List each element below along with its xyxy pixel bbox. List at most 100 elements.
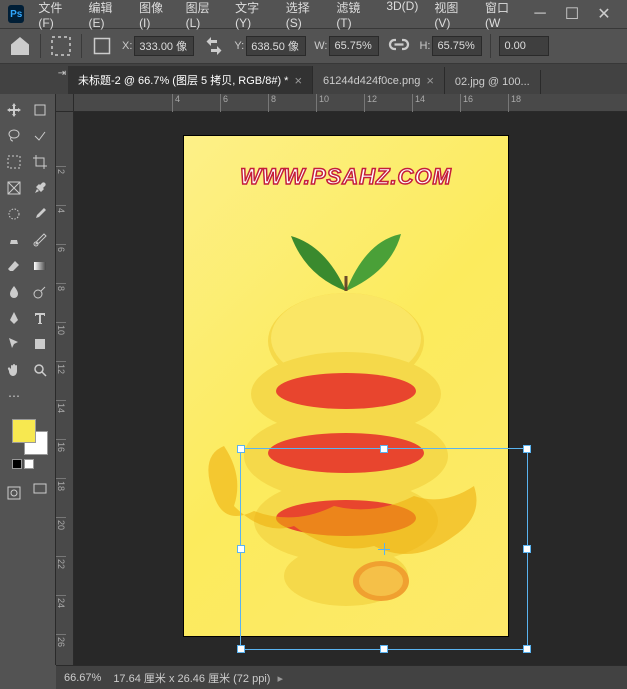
- ruler-tick: 6: [56, 244, 66, 283]
- tab-close-icon[interactable]: ×: [294, 73, 302, 88]
- shape-tool[interactable]: [28, 332, 52, 356]
- link-wh-icon[interactable]: [387, 34, 411, 58]
- tab-label: 61244d424f0ce.png: [323, 75, 420, 87]
- pen-tool[interactable]: [2, 306, 26, 330]
- history-brush-tool[interactable]: [28, 228, 52, 252]
- x-input[interactable]: [134, 36, 194, 56]
- type-tool[interactable]: [28, 306, 52, 330]
- h-input[interactable]: [432, 36, 482, 56]
- ruler-tick: 10: [56, 322, 66, 361]
- foreground-color-swatch[interactable]: [12, 419, 36, 443]
- ruler-tick: 6: [220, 94, 268, 112]
- menu-type[interactable]: 文字(Y): [229, 0, 276, 34]
- ruler-horizontal[interactable]: 4 6 8 10 12 14 16 18: [74, 94, 627, 112]
- transform-handle-bc[interactable]: [380, 645, 388, 653]
- ruler-vertical[interactable]: 2 4 6 8 10 12 14 16 18 20 22 24 26: [56, 112, 74, 665]
- menu-bar: 文件(F) 编辑(E) 图像(I) 图层(L) 文字(Y) 选择(S) 滤镜(T…: [32, 0, 525, 34]
- ruler-tick: 8: [268, 94, 316, 112]
- gradient-tool[interactable]: [28, 254, 52, 278]
- tab-document-3[interactable]: 02.jpg @ 100...: [445, 70, 541, 94]
- toolbox: ⋯: [0, 94, 56, 665]
- clone-stamp-tool[interactable]: [2, 228, 26, 252]
- document-canvas[interactable]: WWW.PSAHZ.COM: [184, 136, 508, 636]
- ruler-tick: 12: [364, 94, 412, 112]
- spot-heal-tool[interactable]: [2, 202, 26, 226]
- reference-point-icon[interactable]: [90, 34, 114, 58]
- transform-handle-br[interactable]: [523, 645, 531, 653]
- ruler-tick: 4: [172, 94, 220, 112]
- main-area: ⋯ 4 6 8 10 12 14 16 18: [0, 94, 627, 665]
- default-colors-icon[interactable]: [12, 459, 22, 469]
- ruler-tick: 14: [412, 94, 460, 112]
- w-input[interactable]: [329, 36, 379, 56]
- menu-3d[interactable]: 3D(D): [380, 0, 424, 34]
- angle-input[interactable]: [499, 36, 549, 56]
- maximize-button[interactable]: ☐: [557, 3, 587, 25]
- watermark-text: WWW.PSAHZ.COM: [240, 164, 452, 190]
- eyedropper-tool[interactable]: [28, 176, 52, 200]
- quick-mask-icon[interactable]: [2, 481, 26, 505]
- tab-document-2[interactable]: 61244d424f0ce.png ×: [313, 67, 445, 94]
- y-input[interactable]: [246, 36, 306, 56]
- transform-handle-tr[interactable]: [523, 445, 531, 453]
- menu-image[interactable]: 图像(I): [133, 0, 176, 34]
- document-dimensions[interactable]: 17.64 厘米 x 26.46 厘米 (72 ppi) ▸: [113, 670, 283, 686]
- canvas-area[interactable]: 4 6 8 10 12 14 16 18 2 4 6 8 10 12 14 16…: [56, 94, 627, 665]
- ruler-tick: 18: [56, 478, 66, 517]
- transform-handle-mr[interactable]: [523, 545, 531, 553]
- ruler-tick: 2: [56, 166, 66, 205]
- tab-document-1[interactable]: 未标题-2 @ 66.7% (图层 5 拷贝, RGB/8#) * ×: [68, 66, 313, 94]
- x-field: X:: [122, 36, 194, 56]
- ruler-tick: 24: [56, 595, 66, 634]
- artboard-tool[interactable]: [28, 98, 52, 122]
- ruler-tick: 18: [508, 94, 556, 112]
- menu-window[interactable]: 窗口(W: [479, 0, 525, 34]
- juice-splash-art: [194, 396, 494, 596]
- menu-view[interactable]: 视图(V): [428, 0, 475, 34]
- tab-close-icon[interactable]: ×: [426, 73, 434, 88]
- screen-mode-icon[interactable]: [28, 477, 52, 501]
- status-bar: 66.67% 17.64 厘米 x 26.46 厘米 (72 ppi) ▸: [56, 665, 627, 689]
- zoom-level[interactable]: 66.67%: [64, 672, 101, 684]
- window-controls: ─ ☐ ✕: [525, 3, 619, 25]
- angle-field: [499, 36, 549, 56]
- brush-tool[interactable]: [28, 202, 52, 226]
- transform-handle-bl[interactable]: [237, 645, 245, 653]
- menu-file[interactable]: 文件(F): [32, 0, 78, 34]
- zoom-tool[interactable]: [28, 358, 52, 382]
- quick-select-tool[interactable]: [28, 124, 52, 148]
- crop-tool[interactable]: [28, 150, 52, 174]
- w-field: W:: [314, 36, 379, 56]
- marquee-tool[interactable]: [2, 150, 26, 174]
- home-icon[interactable]: [8, 34, 32, 58]
- menu-filter[interactable]: 滤镜(T): [330, 0, 376, 34]
- blur-tool[interactable]: [2, 280, 26, 304]
- tab-label: 未标题-2 @ 66.7% (图层 5 拷贝, RGB/8#) *: [78, 72, 288, 88]
- menu-layer[interactable]: 图层(L): [180, 0, 225, 34]
- menu-select[interactable]: 选择(S): [280, 0, 327, 34]
- ruler-tick: 22: [56, 556, 66, 595]
- ruler-tick: 8: [56, 283, 66, 322]
- close-button[interactable]: ✕: [589, 3, 619, 25]
- dodge-tool[interactable]: [28, 280, 52, 304]
- hand-tool[interactable]: [2, 358, 26, 382]
- ruler-tick: 16: [56, 439, 66, 478]
- ruler-origin[interactable]: [56, 94, 74, 112]
- move-tool[interactable]: [2, 98, 26, 122]
- lasso-tool[interactable]: [2, 124, 26, 148]
- collapse-tabs-icon[interactable]: ⇥: [56, 66, 68, 80]
- frame-tool[interactable]: [2, 176, 26, 200]
- ps-logo: Ps: [8, 5, 24, 23]
- path-select-tool[interactable]: [2, 332, 26, 356]
- chevron-right-icon: ▸: [278, 673, 284, 685]
- minimize-button[interactable]: ─: [525, 3, 555, 25]
- y-label: Y:: [234, 40, 244, 52]
- edit-toolbar[interactable]: ⋯: [2, 384, 26, 408]
- swap-colors-icon[interactable]: [24, 459, 34, 469]
- eraser-tool[interactable]: [2, 254, 26, 278]
- menu-edit[interactable]: 编辑(E): [82, 0, 129, 34]
- transform-preset-icon[interactable]: [49, 34, 73, 58]
- swap-xy-icon[interactable]: [202, 34, 226, 58]
- document-tabs: ⇥ 未标题-2 @ 66.7% (图层 5 拷贝, RGB/8#) * × 61…: [0, 64, 627, 94]
- divider: [490, 34, 491, 58]
